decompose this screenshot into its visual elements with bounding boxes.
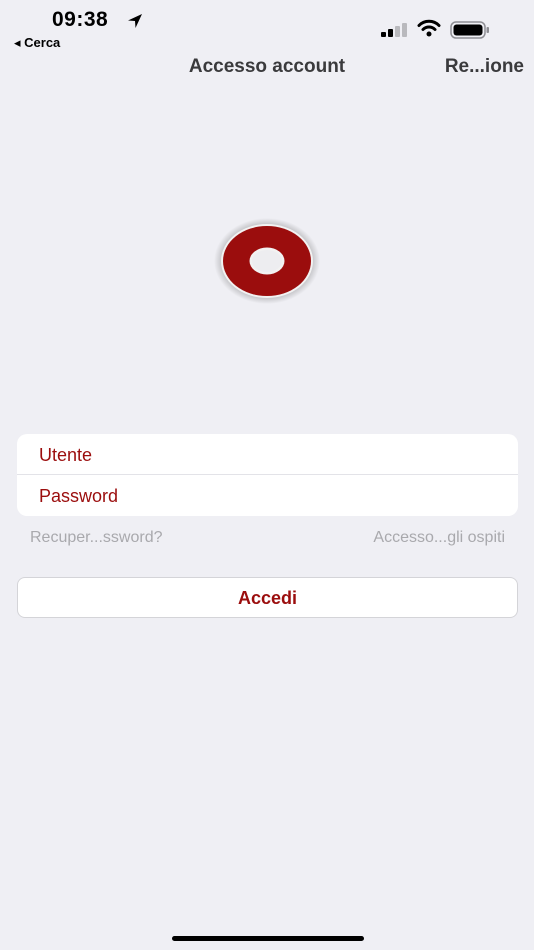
location-arrow-icon [128,14,142,28]
status-time: 09:38 [52,8,109,31]
login-button[interactable]: Accedi [17,577,518,618]
username-field[interactable]: Utente [17,434,518,474]
registration-nav-button[interactable]: Re...ione [445,56,524,78]
status-bar: 09:38 ◂ Cerca [0,0,534,52]
wifi-icon [417,19,441,37]
password-field[interactable]: Password [17,475,518,515]
back-to-search-link[interactable]: ◂ Cerca [14,35,60,51]
login-form: Utente Password [17,434,518,516]
ring-logo-icon [214,218,320,304]
battery-icon [450,21,489,39]
cellular-signal-icon [381,23,407,37]
recover-password-link[interactable]: Recuper...ssword? [30,529,163,547]
guest-access-link[interactable]: Accesso...gli ospiti [373,529,505,547]
home-indicator[interactable] [172,936,364,941]
